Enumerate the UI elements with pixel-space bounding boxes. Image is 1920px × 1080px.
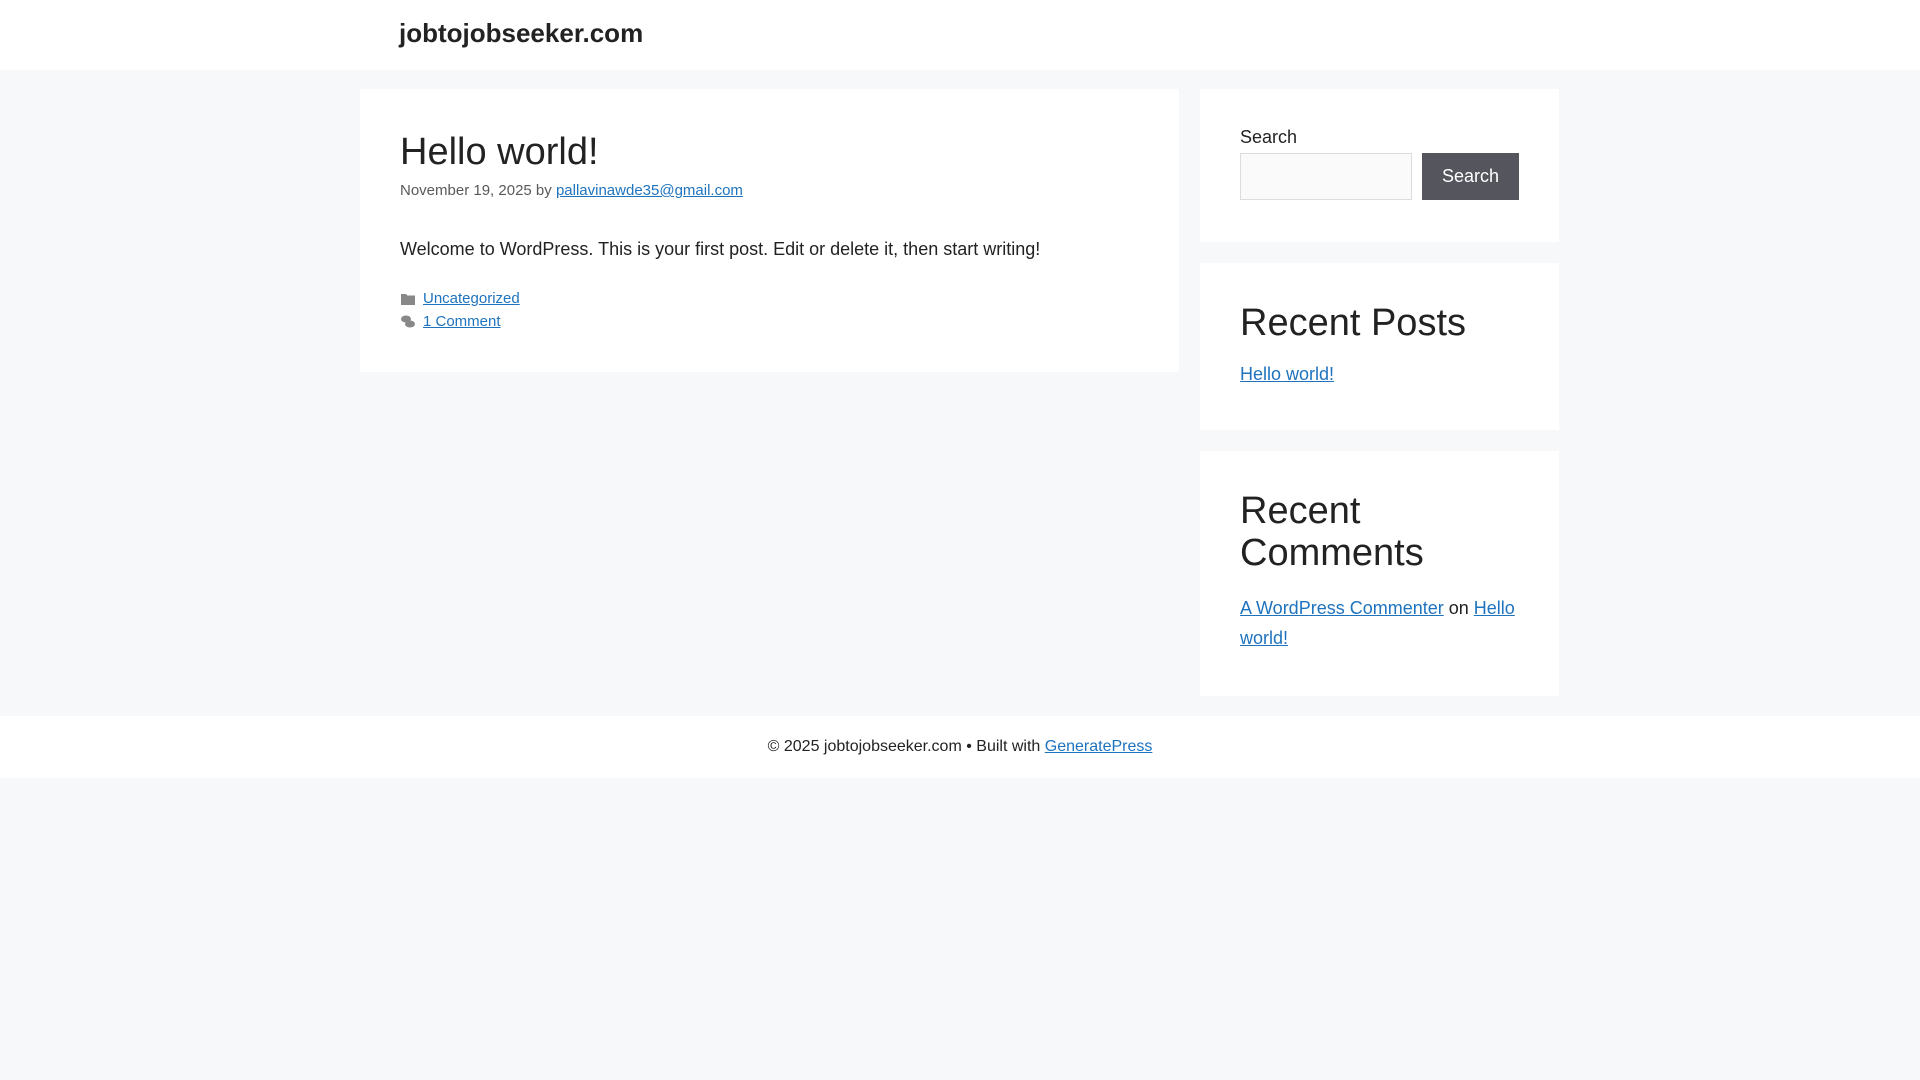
on-label: on — [1448, 597, 1469, 618]
recent-post-link[interactable]: Hello world! — [1240, 364, 1334, 384]
site-footer: © 2025 jobtojobseeker.com • Built with G… — [0, 716, 1920, 778]
recent-comments-title: Recent Comments — [1240, 490, 1424, 574]
author-link[interactable]: pallavinawde35@gmail.com — [556, 182, 743, 199]
by-label: by — [535, 182, 552, 199]
post-date: November 19, 2025 — [400, 182, 532, 199]
post-card: Hello world! November 19, 2025 by pallav… — [360, 89, 1179, 372]
post-content: Welcome to WordPress. This is your first… — [400, 239, 1041, 259]
comments-icon — [401, 315, 415, 327]
comment-author-link[interactable]: A WordPress Commenter — [1240, 598, 1444, 618]
site-title-link[interactable]: jobtojobseeker.com — [399, 18, 643, 49]
recent-posts-title: Recent Posts — [1240, 302, 1466, 344]
comments-link[interactable]: 1 Comment — [423, 313, 501, 330]
post-title: Hello world! — [400, 131, 599, 173]
generatepress-link[interactable]: GeneratePress — [1045, 738, 1153, 755]
recent-posts-widget: Recent Posts Hello world! — [1200, 263, 1559, 430]
post-meta: November 19, 2025 by pallavinawde35@gmai… — [400, 182, 1139, 199]
search-widget: Search Search — [1200, 89, 1559, 242]
copyright-text: © 2025 jobtojobseeker.com • Built with — [767, 738, 1041, 755]
recent-comments-widget: Recent Comments A WordPress Commenter on… — [1200, 451, 1559, 696]
post-comments: 1 Comment — [400, 313, 1139, 330]
search-label: Search — [1240, 127, 1298, 147]
post-category: Uncategorized — [400, 290, 1139, 307]
category-link[interactable]: Uncategorized — [423, 290, 520, 307]
site-header: jobtojobseeker.com — [0, 0, 1920, 70]
folder-icon — [401, 293, 415, 305]
search-button[interactable]: Search — [1422, 153, 1519, 200]
search-input[interactable] — [1240, 153, 1412, 200]
